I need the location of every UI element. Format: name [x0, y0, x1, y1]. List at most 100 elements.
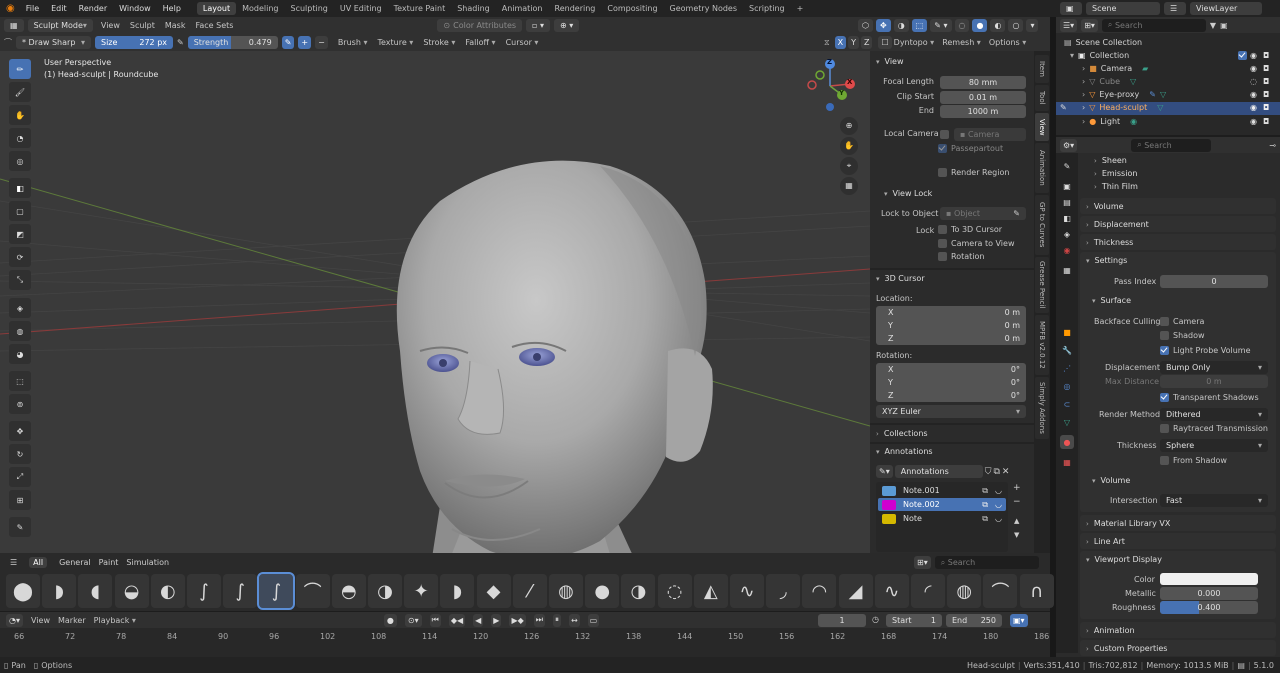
color-filter-tool-icon[interactable]: ◕: [9, 344, 31, 364]
render-frame-icon[interactable]: ▣▾: [1010, 614, 1028, 627]
render-camera-icon[interactable]: ◘: [1263, 103, 1269, 112]
annotation-layer-item[interactable]: Note ⧉ ◡: [878, 512, 1006, 525]
brush-thumbnail[interactable]: ⬤: [6, 574, 40, 608]
render-camera-icon[interactable]: ◘: [1263, 117, 1269, 126]
size-field[interactable]: Size 272 px: [95, 36, 173, 49]
volume-panel[interactable]: › Volume: [1080, 198, 1276, 214]
shading-wireframe-icon[interactable]: ◌: [954, 19, 970, 32]
shading-options-icon[interactable]: ▾: [1026, 19, 1039, 32]
new-collection-icon[interactable]: ▣: [1220, 21, 1228, 30]
workspace-tab-animation[interactable]: Animation: [496, 2, 549, 15]
tab-mpfb[interactable]: MPFB v2.0.12: [1035, 315, 1049, 375]
tab-view[interactable]: View: [1035, 113, 1049, 141]
scene-icon[interactable]: ▣: [1060, 2, 1082, 15]
symmetry-y-toggle[interactable]: Y: [848, 36, 859, 49]
annotation-layer-item-active[interactable]: Note.002 ⧉ ◡: [878, 498, 1006, 511]
render-camera-icon[interactable]: ◘: [1263, 64, 1269, 73]
preview-range-icon[interactable]: ◷: [872, 615, 879, 624]
move-up-icon[interactable]: ▲: [1014, 517, 1019, 525]
move-down-icon[interactable]: ▼: [1014, 531, 1019, 539]
outliner-item-head-sculpt[interactable]: ✎ › ▽ Head-sculpt ▽ ◉ ◘: [1060, 103, 1276, 112]
workspace-tab-shading[interactable]: Shading: [451, 2, 496, 15]
viewlayer-icon[interactable]: ☰: [1164, 2, 1186, 15]
material-library-panel[interactable]: › Material Library VX: [1080, 515, 1276, 531]
add-layer-button[interactable]: +: [1013, 483, 1021, 493]
shading-solid-icon[interactable]: ●: [972, 19, 988, 32]
sculpt-menu[interactable]: Sculpt: [130, 21, 155, 30]
shelf-tab-paint[interactable]: Paint: [99, 558, 119, 567]
play-icon[interactable]: ▶: [491, 613, 502, 627]
brush-thumbnail[interactable]: ◓: [331, 574, 366, 608]
note-001-color-swatch[interactable]: [882, 485, 896, 496]
line-project-tool-icon[interactable]: ⤡: [9, 270, 31, 290]
brush-thumbnail[interactable]: ◖: [78, 574, 113, 608]
collection-exclude-checkbox[interactable]: [1238, 51, 1247, 60]
draw-options-icon[interactable]: ✎ ▾: [930, 19, 952, 32]
dyntopo-checkbox[interactable]: ☐: [878, 36, 892, 49]
zoom-icon[interactable]: ⊕: [840, 117, 858, 135]
texture-tab-icon[interactable]: ▦: [1060, 455, 1074, 469]
surface-subpanel-header[interactable]: ▾ Surface: [1092, 296, 1131, 305]
scale-tool-icon[interactable]: ⤢: [9, 467, 31, 487]
menu-edit[interactable]: Edit: [45, 4, 73, 13]
editor-type-icon[interactable]: ▦: [4, 19, 24, 32]
visibility-icon[interactable]: ◡: [995, 500, 1002, 509]
render-region-checkbox[interactable]: Render Region: [938, 168, 1009, 177]
stroke-menu[interactable]: Stroke: [423, 38, 455, 47]
visibility-eye-icon[interactable]: ◉: [1250, 90, 1257, 99]
brush-thumbnail[interactable]: ⌒: [983, 574, 1018, 608]
play-reverse-icon[interactable]: ◀: [473, 613, 484, 627]
thickness-panel[interactable]: › Thickness: [1080, 234, 1276, 250]
emission-subpanel[interactable]: › Emission: [1094, 169, 1137, 178]
outliner-search[interactable]: ⌕ Search: [1101, 18, 1206, 32]
bc-shadow-checkbox[interactable]: Shadow: [1160, 331, 1205, 340]
brush-thumbnail[interactable]: ∿: [730, 574, 764, 608]
roughness-field[interactable]: 0.400: [1160, 601, 1258, 614]
object-tab-icon[interactable]: ■: [1060, 325, 1074, 339]
expand-arrow-icon[interactable]: ›: [1082, 103, 1085, 112]
clip-end-field[interactable]: 1000 m: [940, 105, 1026, 118]
brush-thumbnail[interactable]: ◐: [150, 574, 185, 608]
cloth-filter-tool-icon[interactable]: ◍: [9, 321, 31, 341]
blender-logo-icon[interactable]: ◉: [6, 3, 15, 14]
workspace-tab-uv-editing[interactable]: UV Editing: [334, 2, 388, 15]
max-distance-field[interactable]: 0 m: [1160, 375, 1268, 388]
menu-render[interactable]: Render: [73, 4, 113, 13]
edit-face-set-tool-icon[interactable]: ⬚: [9, 371, 31, 391]
unlink-icon[interactable]: ✕: [1002, 467, 1010, 477]
viewport-color-swatch[interactable]: [1160, 573, 1258, 585]
add-workspace-button[interactable]: +: [791, 2, 810, 15]
rotate-tool-icon[interactable]: ↻: [9, 444, 31, 464]
data-tab-icon[interactable]: ▽: [1060, 415, 1074, 429]
collections-section-header[interactable]: › Collections: [876, 429, 928, 438]
physics-tab-icon[interactable]: ◎: [1060, 379, 1074, 393]
onion-skin-icon[interactable]: ⧉: [982, 500, 988, 510]
brush-selector[interactable]: * Draw Sharp: [16, 36, 91, 49]
hide-box-tool-icon[interactable]: ▢: [9, 201, 31, 221]
view-lock-section-header[interactable]: ▾ View Lock: [884, 189, 932, 198]
note-color-swatch[interactable]: [882, 513, 896, 524]
tab-animation[interactable]: Animation: [1035, 143, 1049, 193]
brush-thumbnail[interactable]: ●: [585, 574, 620, 608]
workspace-tab-compositing[interactable]: Compositing: [601, 2, 663, 15]
menu-help[interactable]: Help: [157, 4, 187, 13]
tab-gp-to-curves[interactable]: GP to Curves: [1035, 195, 1049, 255]
timeline-marker-menu[interactable]: Marker: [58, 616, 86, 625]
keying-set-icon[interactable]: ⊙▾: [404, 613, 422, 627]
outliner-item-camera[interactable]: › ■ Camera ▰ ◉ ◘: [1082, 64, 1276, 73]
outliner-item-light[interactable]: › ● Light ◉ ◉ ◘: [1082, 117, 1276, 126]
smear-tool-icon[interactable]: ✋: [9, 105, 31, 125]
shelf-menu-icon[interactable]: ☰: [10, 558, 17, 567]
cursor-menu[interactable]: Cursor: [506, 38, 539, 47]
brush-thumbnail[interactable]: ◒: [114, 574, 149, 608]
jump-start-icon[interactable]: ⏮: [429, 613, 441, 627]
strength-field[interactable]: Strength 0.479: [187, 36, 278, 49]
current-frame-field[interactable]: 1: [818, 614, 866, 627]
bc-light-probe-checkbox[interactable]: Light Probe Volume: [1160, 346, 1251, 355]
workspace-tab-rendering[interactable]: Rendering: [549, 2, 602, 15]
xray-toggle-icon[interactable]: ⬚: [911, 19, 928, 32]
annotation-type-icon[interactable]: ✎▾: [876, 465, 893, 478]
annotation-layer-item[interactable]: Note.001 ⧉ ◡: [878, 484, 1006, 497]
paint-tool-icon[interactable]: 🖌: [9, 82, 31, 102]
clay-tool-icon[interactable]: ◎: [9, 151, 31, 171]
